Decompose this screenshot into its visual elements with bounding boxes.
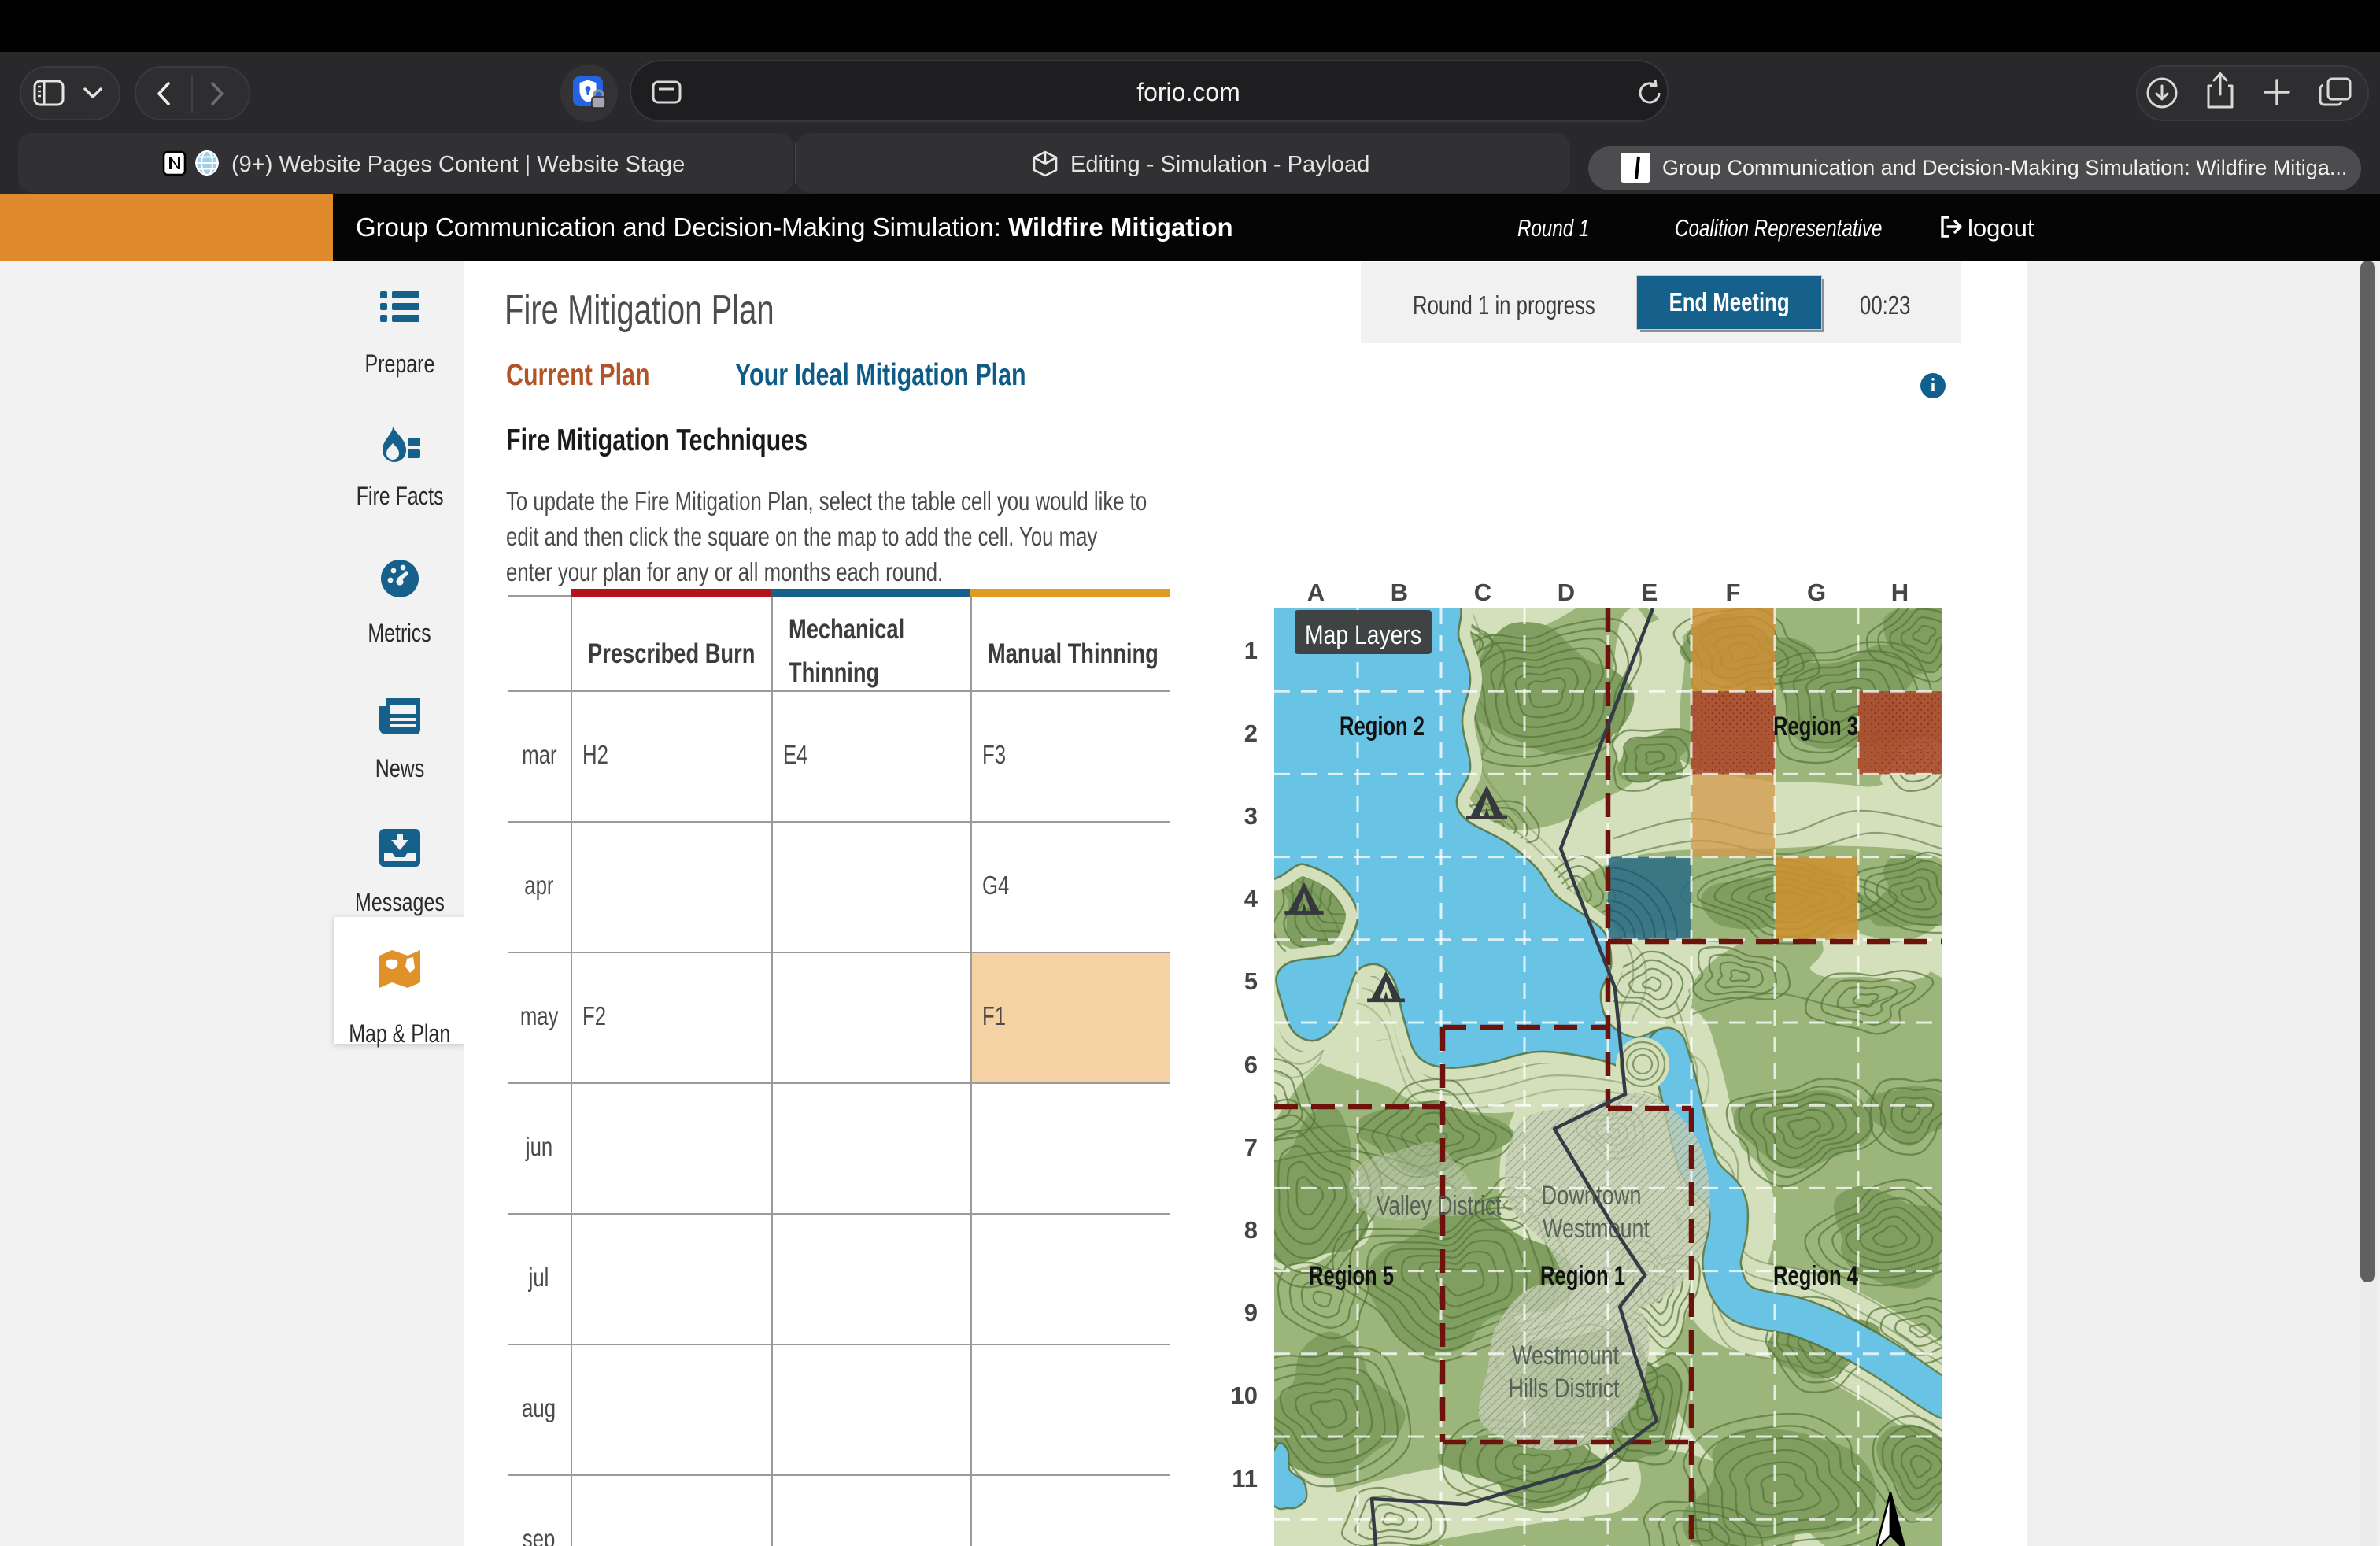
svg-text:6: 6	[1244, 1051, 1258, 1078]
svg-text:Valley District: Valley District	[1377, 1191, 1502, 1221]
svg-text:4: 4	[1244, 885, 1258, 912]
svg-text:Westmount: Westmount	[1512, 1341, 1619, 1370]
svg-text:11: 11	[1232, 1465, 1258, 1492]
svg-text:10: 10	[1231, 1381, 1258, 1409]
svg-text:Region 2: Region 2	[1340, 712, 1425, 742]
svg-text:D: D	[1558, 579, 1575, 606]
svg-text:5: 5	[1244, 967, 1258, 995]
svg-text:Map Layers: Map Layers	[1305, 620, 1421, 650]
svg-text:Downtown: Downtown	[1542, 1181, 1642, 1211]
svg-text:F: F	[1726, 579, 1741, 606]
svg-text:Region 4: Region 4	[1773, 1261, 1858, 1291]
svg-text:Hills District: Hills District	[1509, 1374, 1620, 1404]
svg-text:Region 5: Region 5	[1309, 1261, 1394, 1291]
svg-text:E: E	[1642, 579, 1658, 606]
svg-text:Region 1: Region 1	[1540, 1261, 1625, 1291]
svg-text:Region 3: Region 3	[1773, 712, 1858, 742]
svg-text:A: A	[1307, 579, 1325, 606]
svg-text:1: 1	[1244, 637, 1258, 664]
svg-text:C: C	[1474, 579, 1491, 606]
svg-text:7: 7	[1244, 1134, 1258, 1161]
svg-text:G: G	[1807, 579, 1826, 606]
svg-text:2: 2	[1244, 719, 1258, 747]
svg-text:H: H	[1891, 579, 1909, 606]
svg-text:9: 9	[1244, 1299, 1258, 1326]
svg-text:Westmount: Westmount	[1543, 1214, 1650, 1244]
svg-text:8: 8	[1244, 1216, 1258, 1244]
svg-text:3: 3	[1244, 802, 1258, 830]
svg-text:B: B	[1391, 579, 1408, 606]
